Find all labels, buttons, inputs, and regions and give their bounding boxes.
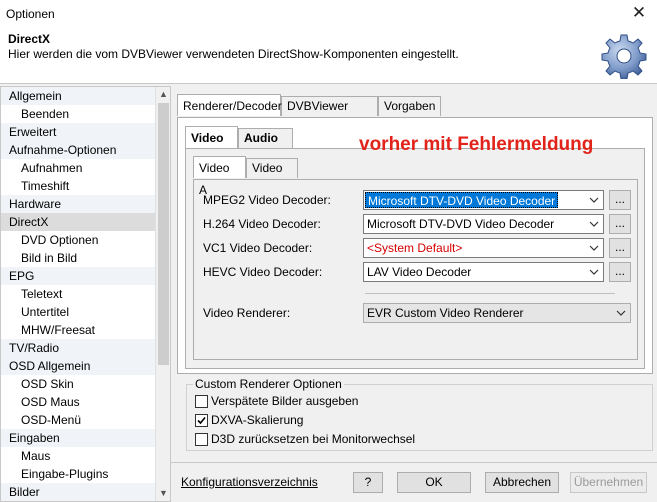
decoder-label: HEVC Video Decoder:: [203, 265, 323, 279]
decoder-select[interactable]: Microsoft DTV-DVD Video Decoder: [363, 214, 604, 234]
tab-dvbviewer-filter[interactable]: DVBViewer Filter: [281, 96, 378, 131]
decoder-settings-button[interactable]: ...: [609, 190, 631, 210]
config-directory-link[interactable]: Konfigurationsverzeichnis: [181, 475, 318, 489]
main-tabstrip: Renderer/Decoder DVBViewer Filter Vorgab…: [177, 94, 447, 131]
video-renderer-value: EVR Custom Video Renderer: [367, 306, 524, 320]
sidebar-item[interactable]: OSD Allgemein: [1, 357, 156, 375]
tab-vorgaben[interactable]: Vorgaben: [378, 96, 441, 116]
sidebar-item[interactable]: Untertitel: [1, 303, 156, 321]
option-label: D3D zurücksetzen bei Monitorwechsel: [211, 432, 416, 446]
option-label: DXVA-Skalierung: [211, 413, 304, 427]
decoder-value: <System Default>: [367, 241, 463, 255]
sidebar-item[interactable]: DirectX: [1, 213, 156, 231]
apply-button[interactable]: Übernehmen: [570, 472, 647, 493]
tab-video-a[interactable]: Video A: [193, 156, 246, 197]
option-checkbox[interactable]: [195, 395, 208, 408]
sidebar-item[interactable]: Eingabe-Plugins: [1, 465, 156, 483]
sidebar-item[interactable]: Aufnahme-Optionen: [1, 141, 156, 159]
chevron-down-icon: [589, 197, 599, 203]
decoder-select[interactable]: <System Default>: [363, 238, 604, 258]
chevron-down-icon: [589, 269, 599, 275]
sidebar-item[interactable]: Hardware: [1, 195, 156, 213]
option-checkbox[interactable]: [195, 433, 208, 446]
decoder-settings-button[interactable]: ...: [609, 238, 631, 258]
decoder-label: MPEG2 Video Decoder:: [203, 193, 331, 207]
chevron-down-icon: [589, 245, 599, 251]
sidebar-item[interactable]: Erweitert: [1, 123, 156, 141]
title-bar: Optionen ✕: [0, 0, 657, 28]
tab-renderer-decoder[interactable]: Renderer/Decoder: [177, 94, 282, 116]
sidebar: Allgemein Beenden Erweitert Aufnahme-Option…: [0, 86, 171, 502]
window-title: Optionen: [6, 7, 55, 21]
page-header: DirectX Hier werden die vom DVBViewer ve…: [0, 28, 657, 84]
sidebar-item[interactable]: Allgemein: [1, 87, 156, 105]
video-renderer-select[interactable]: EVR Custom Video Renderer: [363, 303, 631, 323]
gear-icon: [601, 34, 647, 79]
sidebar-item[interactable]: Bilder: [1, 483, 156, 501]
sidebar-item[interactable]: Aufnahmen: [1, 159, 156, 177]
chevron-down-icon: [616, 310, 626, 316]
sidebar-scrollbar[interactable]: ▲ ▼: [155, 87, 170, 501]
sidebar-item[interactable]: DVD Optionen: [1, 231, 156, 249]
scroll-down-icon[interactable]: ▼: [156, 486, 170, 501]
annotation-text: vorher mit Fehlermeldung: [359, 134, 594, 155]
sidebar-item[interactable]: OSD Skin: [1, 375, 156, 393]
decoder-value: Microsoft DTV-DVD Video Decoder: [365, 192, 559, 208]
sidebar-item[interactable]: Bild in Bild: [1, 249, 156, 267]
decoder-label: H.264 Video Decoder:: [203, 217, 321, 231]
decoder-value: Microsoft DTV-DVD Video Decoder: [367, 217, 555, 231]
separator: [365, 293, 615, 294]
decoder-label: VC1 Video Decoder:: [203, 241, 313, 255]
custom-renderer-title: Custom Renderer Optionen: [193, 377, 344, 391]
ok-button[interactable]: OK: [397, 472, 471, 493]
page-title: DirectX: [8, 32, 51, 46]
footer-separator: [171, 462, 657, 463]
sidebar-item[interactable]: Eingaben: [1, 429, 156, 447]
tab-video[interactable]: Video: [185, 126, 238, 148]
decoder-select[interactable]: Microsoft DTV-DVD Video Decoder: [363, 190, 604, 210]
scrollbar-thumb[interactable]: [158, 103, 169, 365]
sidebar-item[interactable]: EPG: [1, 267, 156, 285]
chevron-down-icon: [589, 221, 599, 227]
tab-audio[interactable]: Audio: [238, 128, 293, 148]
tab-video-b[interactable]: Video B: [246, 158, 298, 193]
decoder-value: LAV Video Decoder: [367, 265, 472, 279]
sidebar-item[interactable]: OSD-Menü: [1, 411, 156, 429]
sidebar-item[interactable]: Maus: [1, 447, 156, 465]
close-icon[interactable]: ✕: [629, 3, 649, 23]
decoder-settings-button[interactable]: ...: [609, 214, 631, 234]
sidebar-item[interactable]: Beenden: [1, 105, 156, 123]
page-subtitle: Hier werden die vom DVBViewer verwendete…: [8, 47, 459, 61]
decoder-settings-button[interactable]: ...: [609, 262, 631, 282]
decoder-select[interactable]: LAV Video Decoder: [363, 262, 604, 282]
option-label: Verspätete Bilder ausgeben: [211, 394, 359, 408]
sidebar-item[interactable]: MHW/Freesat: [1, 321, 156, 339]
scroll-up-icon[interactable]: ▲: [156, 87, 170, 102]
media-tabstrip: Video Audio: [185, 126, 295, 150]
video-tabstrip: Video A Video B: [193, 156, 303, 197]
help-button[interactable]: ?: [353, 472, 383, 493]
sidebar-item[interactable]: TV/Radio: [1, 339, 156, 357]
cancel-button[interactable]: Abbrechen: [485, 472, 559, 493]
video-renderer-label: Video Renderer:: [203, 306, 291, 320]
sidebar-item[interactable]: Teletext: [1, 285, 156, 303]
sidebar-item[interactable]: Timeshift: [1, 177, 156, 195]
checkmark-icon: [197, 416, 206, 425]
option-checkbox[interactable]: [195, 414, 208, 427]
sidebar-item[interactable]: OSD Maus: [1, 393, 156, 411]
